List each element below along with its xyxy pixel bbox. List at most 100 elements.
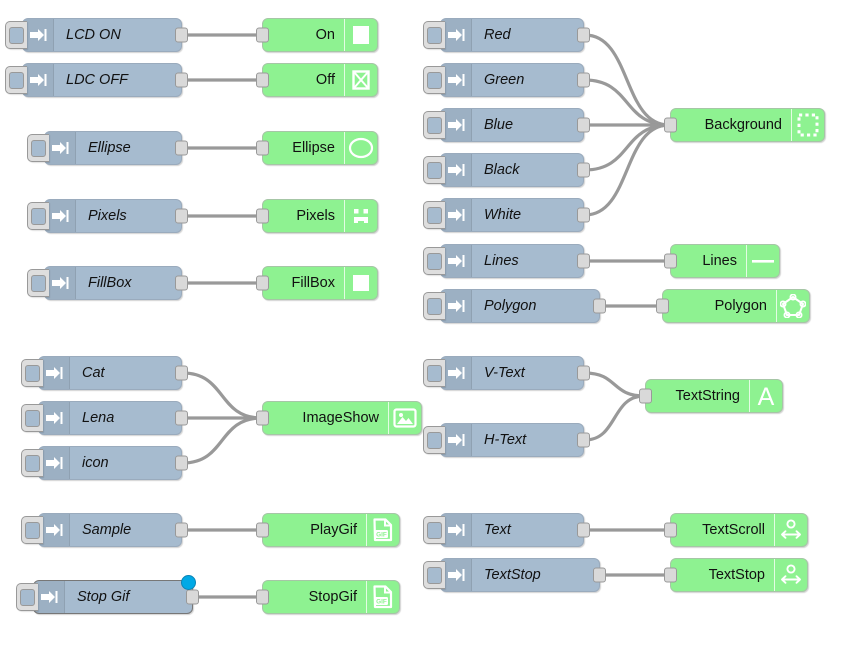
inject-trigger-button[interactable] (423, 156, 445, 184)
inject-trigger-button[interactable] (423, 21, 445, 49)
inject-node-lena[interactable]: Lena (21, 401, 188, 435)
input-port[interactable] (664, 567, 677, 583)
output-port[interactable] (577, 207, 590, 223)
inject-node-blue[interactable]: Blue (423, 108, 590, 142)
wire[interactable] (583, 78, 671, 127)
inject-node-black[interactable]: Black (423, 153, 590, 187)
wire[interactable] (583, 394, 646, 442)
output-node-pixels[interactable]: Pixels (256, 199, 378, 233)
wire[interactable] (583, 33, 671, 127)
inject-trigger-button[interactable] (423, 111, 445, 139)
input-port[interactable] (256, 27, 269, 43)
output-port[interactable] (175, 27, 188, 43)
input-port[interactable] (256, 410, 269, 426)
input-port[interactable] (639, 388, 652, 404)
output-port[interactable] (175, 140, 188, 156)
input-port[interactable] (256, 589, 269, 605)
output-port[interactable] (577, 162, 590, 178)
output-node-fillbox[interactable]: FillBox (256, 266, 378, 300)
input-port[interactable] (256, 72, 269, 88)
output-port[interactable] (577, 432, 590, 448)
inject-node-icon[interactable]: icon (21, 446, 188, 480)
output-node-textstring[interactable]: TextString A (639, 379, 783, 413)
inject-trigger-button[interactable] (21, 449, 43, 477)
inject-trigger-button[interactable] (423, 426, 445, 454)
output-port[interactable] (175, 275, 188, 291)
output-node-on[interactable]: On (256, 18, 378, 52)
output-port[interactable] (577, 522, 590, 538)
inject-node-textstop[interactable]: TextStop (423, 558, 606, 592)
input-port[interactable] (256, 522, 269, 538)
wire[interactable] (181, 371, 263, 420)
output-port[interactable] (175, 72, 188, 88)
inject-node-pixels[interactable]: Pixels (27, 199, 188, 233)
output-node-imageshow[interactable]: ImageShow (256, 401, 422, 435)
inject-trigger-button[interactable] (27, 134, 49, 162)
wire[interactable] (583, 371, 646, 398)
input-port[interactable] (656, 298, 669, 314)
inject-trigger-button[interactable] (423, 247, 445, 275)
inject-node-ldc-off[interactable]: LDC OFF (5, 63, 188, 97)
input-port[interactable] (256, 140, 269, 156)
output-node-lines[interactable]: Lines (664, 244, 780, 278)
output-port[interactable] (577, 117, 590, 133)
inject-node-polygon[interactable]: Polygon (423, 289, 606, 323)
output-port[interactable] (577, 365, 590, 381)
output-port[interactable] (175, 522, 188, 538)
inject-node-white[interactable]: White (423, 198, 590, 232)
output-node-playgif[interactable]: PlayGif GIF (256, 513, 400, 547)
inject-trigger-button[interactable] (423, 66, 445, 94)
inject-node-h-text[interactable]: H-Text (423, 423, 590, 457)
wire[interactable] (583, 123, 671, 172)
output-port[interactable] (577, 72, 590, 88)
output-node-off[interactable]: Off (256, 63, 378, 97)
inject-trigger-button[interactable] (21, 404, 43, 432)
inject-trigger-button[interactable] (423, 201, 445, 229)
wire[interactable] (181, 416, 263, 465)
input-port[interactable] (664, 522, 677, 538)
output-node-ellipse[interactable]: Ellipse (256, 131, 378, 165)
inject-trigger-button[interactable] (5, 21, 27, 49)
inject-node-stop-gif[interactable]: Stop Gif (16, 575, 199, 614)
inject-trigger-button[interactable] (423, 561, 445, 589)
inject-node-green[interactable]: Green (423, 63, 590, 97)
output-node-textstop[interactable]: TextStop (664, 558, 808, 592)
output-port[interactable] (577, 27, 590, 43)
inject-node-cat[interactable]: Cat (21, 356, 188, 390)
output-port[interactable] (175, 455, 188, 471)
flow-canvas[interactable]: LCD ON LDC OFF On Off Ellipse Pixels Fill… (0, 0, 856, 647)
input-port[interactable] (256, 208, 269, 224)
output-port[interactable] (175, 410, 188, 426)
inject-trigger-button[interactable] (27, 202, 49, 230)
inject-node-text[interactable]: Text (423, 513, 590, 547)
inject-trigger-button[interactable] (423, 359, 445, 387)
inject-node-lines[interactable]: Lines (423, 244, 590, 278)
inject-trigger-button[interactable] (21, 359, 43, 387)
inject-trigger-button[interactable] (16, 583, 38, 611)
output-port[interactable] (593, 567, 606, 583)
inject-trigger-button[interactable] (21, 516, 43, 544)
output-port[interactable] (577, 253, 590, 269)
input-port[interactable] (256, 275, 269, 291)
output-node-stopgif[interactable]: StopGif GIF (256, 580, 400, 614)
output-port[interactable] (593, 298, 606, 314)
output-node-background[interactable]: Background (664, 108, 825, 142)
input-port[interactable] (664, 117, 677, 133)
inject-node-ellipse[interactable]: Ellipse (27, 131, 188, 165)
inject-node-red[interactable]: Red (423, 18, 590, 52)
inject-node-sample[interactable]: Sample (21, 513, 188, 547)
output-port[interactable] (175, 365, 188, 381)
output-node-textscroll[interactable]: TextScroll (664, 513, 808, 547)
wire[interactable] (583, 123, 671, 217)
output-port[interactable] (175, 208, 188, 224)
inject-node-lcd-on[interactable]: LCD ON (5, 18, 188, 52)
inject-trigger-button[interactable] (423, 516, 445, 544)
output-port[interactable] (186, 589, 199, 605)
inject-trigger-button[interactable] (27, 269, 49, 297)
inject-node-v-text[interactable]: V-Text (423, 356, 590, 390)
inject-trigger-button[interactable] (423, 292, 445, 320)
input-port[interactable] (664, 253, 677, 269)
output-node-polygon[interactable]: Polygon (656, 289, 810, 323)
inject-trigger-button[interactable] (5, 66, 27, 94)
inject-node-fillbox[interactable]: FillBox (27, 266, 188, 300)
